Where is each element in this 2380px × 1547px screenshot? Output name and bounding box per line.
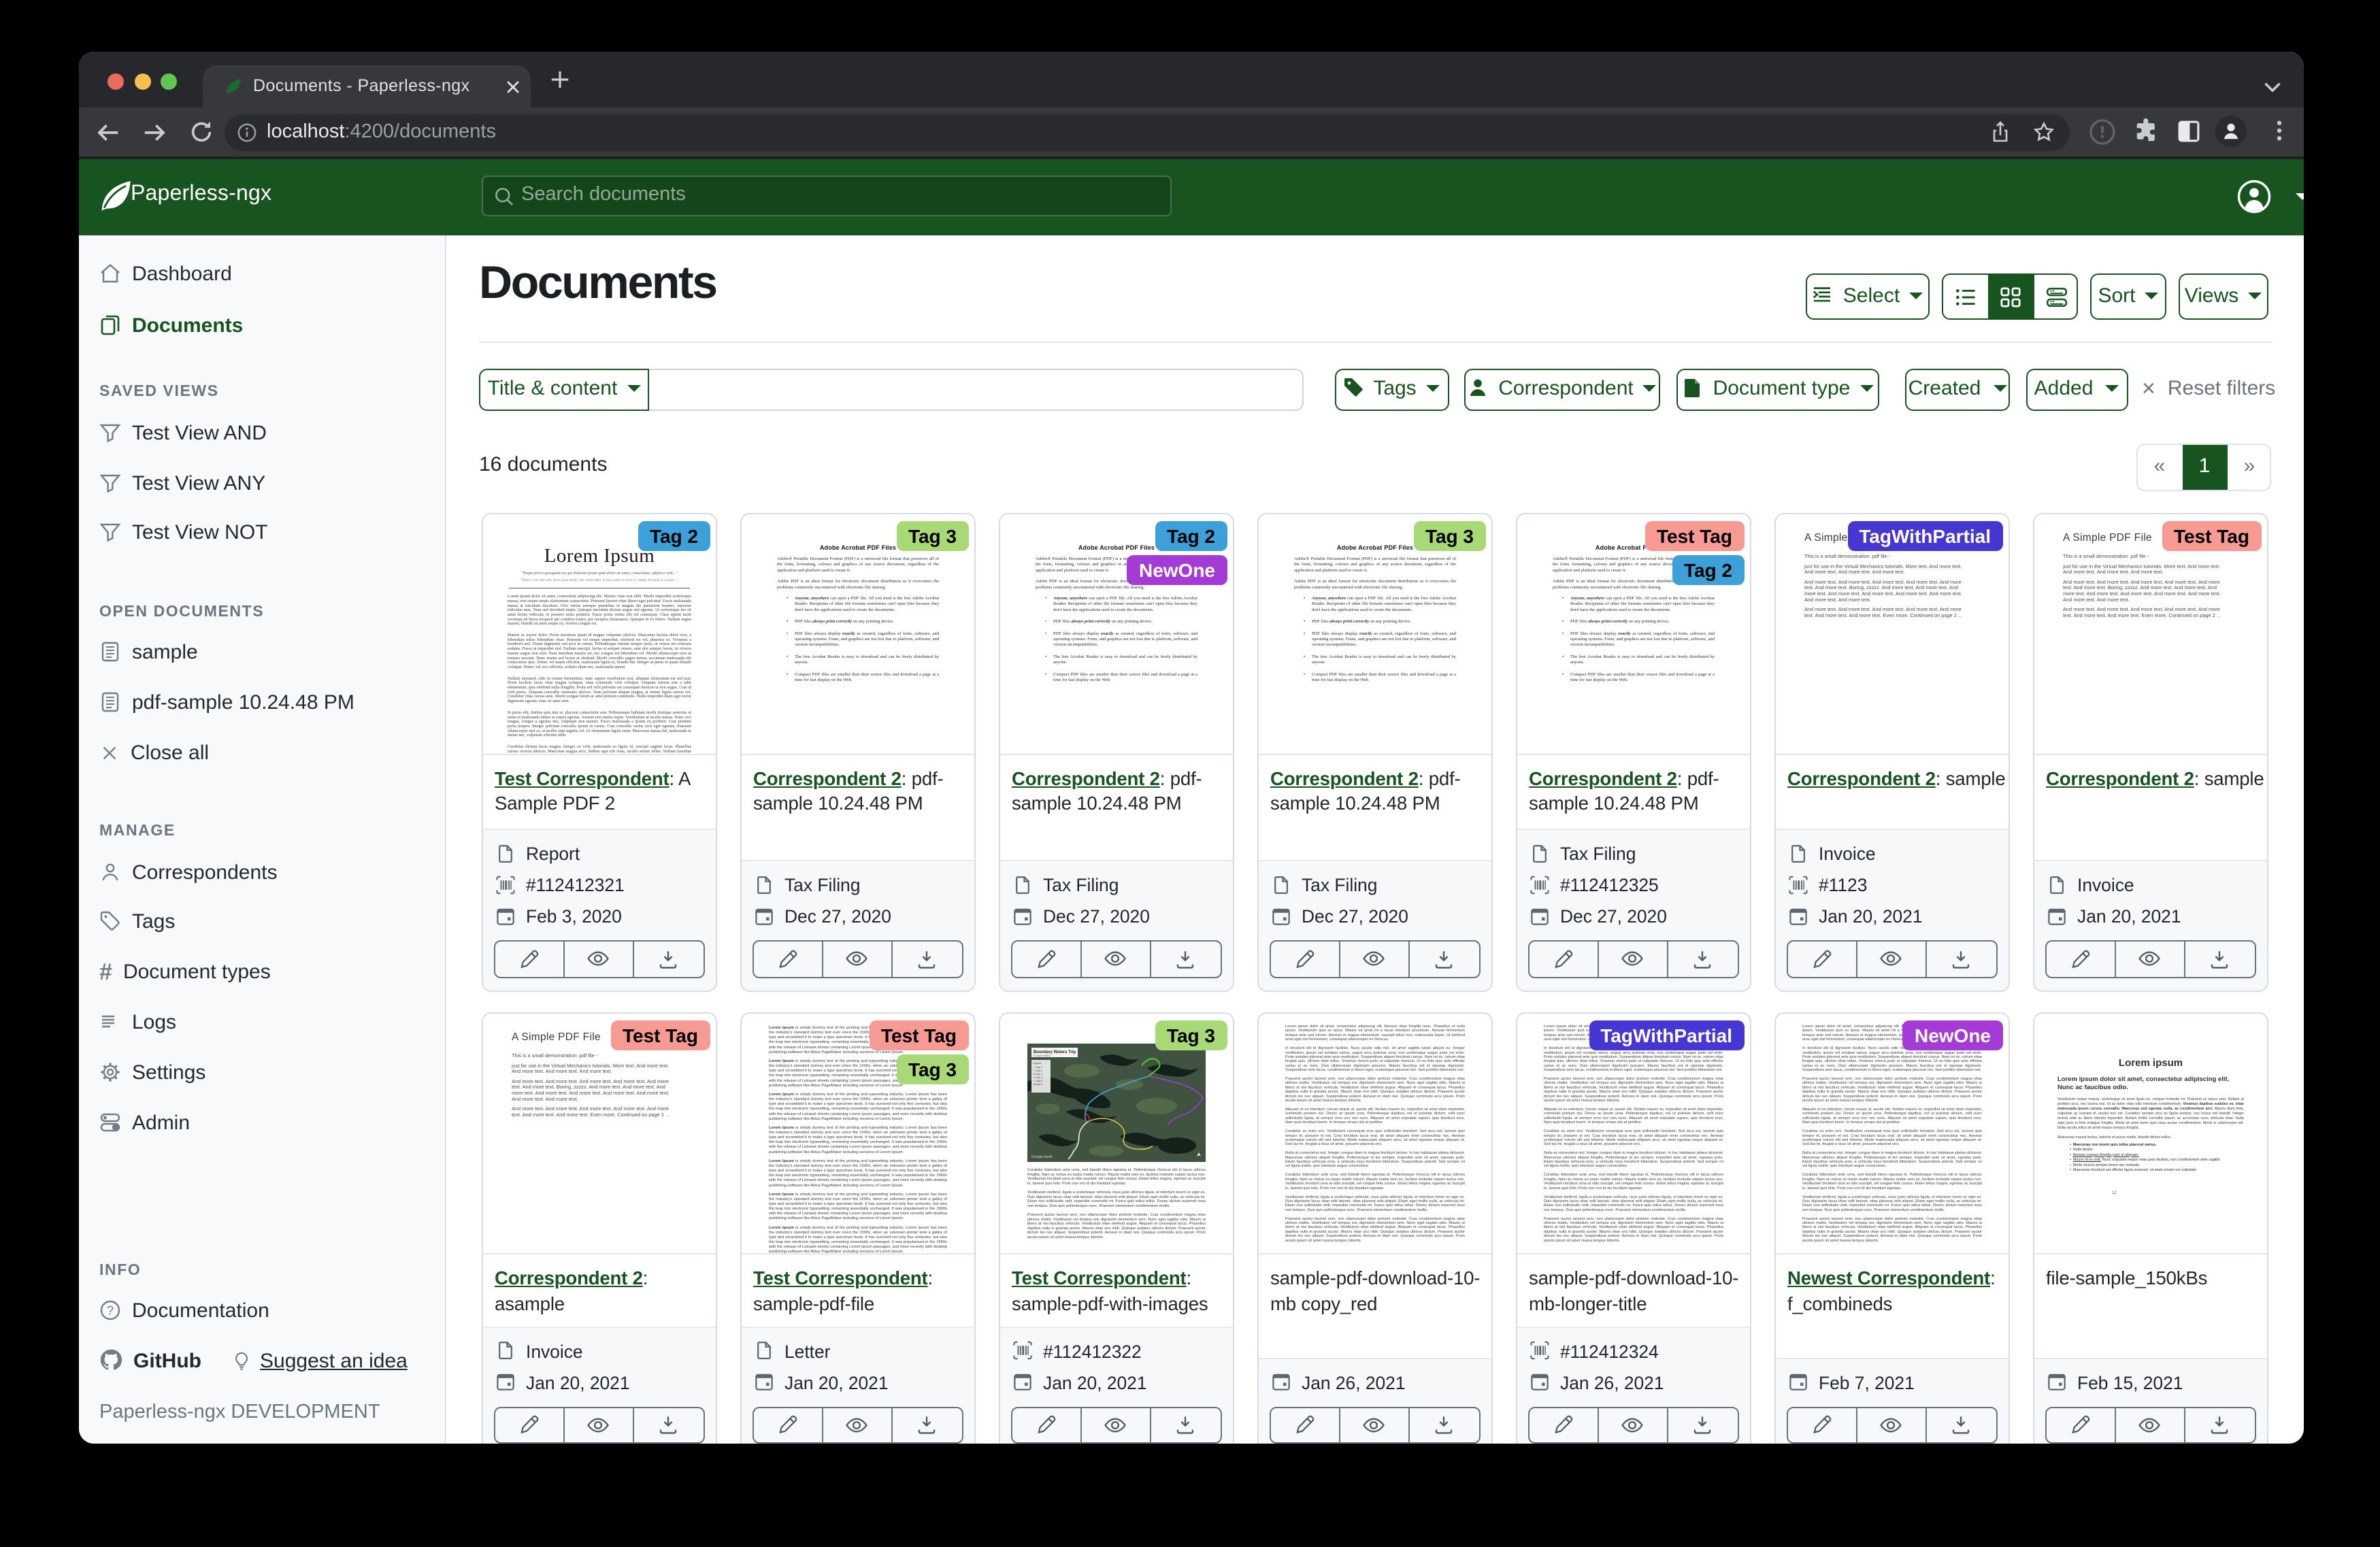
svg-text:Day 1: Day 1: [1036, 1066, 1042, 1069]
svg-text:Google Earth: Google Earth: [1031, 1155, 1052, 1159]
svg-text:Legend: Legend: [1032, 1062, 1040, 1065]
svg-text:?: ?: [107, 1303, 114, 1317]
svg-text:Boundary Waters Trip: Boundary Waters Trip: [1033, 1050, 1075, 1054]
svg-text:for days in BWCA: for days in BWCA: [1033, 1054, 1051, 1057]
svg-text:Day 2: Day 2: [1036, 1069, 1042, 1072]
svg-text:Day 4: Day 4: [1036, 1076, 1042, 1079]
svg-text:Day 5: Day 5: [1036, 1080, 1042, 1082]
svg-text:Day 6: Day 6: [1036, 1083, 1042, 1086]
svg-text:Day 3: Day 3: [1036, 1073, 1042, 1076]
